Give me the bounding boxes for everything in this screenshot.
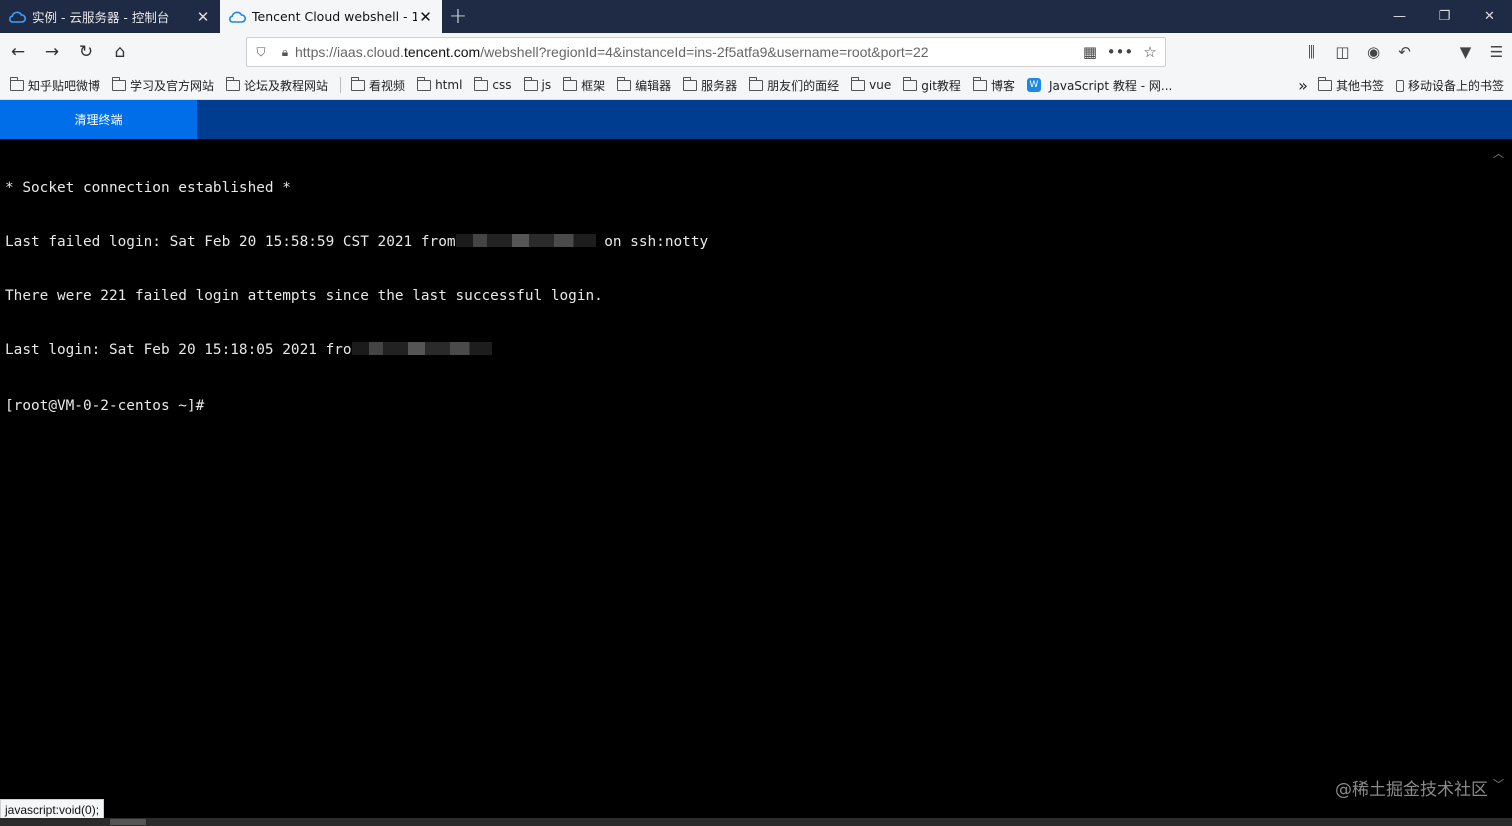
restore-icon[interactable]: ❐ bbox=[1422, 0, 1467, 33]
scroll-down-icon[interactable]: ﹀ bbox=[1493, 776, 1504, 792]
tencent-cloud-icon bbox=[229, 11, 246, 23]
terminal-output: * Socket connection established * Last f… bbox=[5, 143, 708, 451]
bookmark-folder[interactable]: 学习及官方网站 bbox=[112, 76, 214, 94]
minimize-icon[interactable]: — bbox=[1377, 0, 1422, 33]
menu-icon[interactable]: ☰ bbox=[1481, 43, 1512, 61]
site-favicon-icon: W bbox=[1026, 78, 1041, 92]
folder-icon bbox=[683, 76, 698, 91]
folder-icon bbox=[417, 76, 432, 91]
qr-code-icon[interactable]: ▦ bbox=[1075, 43, 1105, 61]
undo-icon[interactable]: ↶ bbox=[1389, 43, 1420, 61]
bookmark-folder[interactable]: 朋友们的面经 bbox=[749, 76, 839, 94]
bookmark-folder[interactable]: 论坛及教程网站 bbox=[226, 76, 328, 94]
scrollbar-thumb[interactable] bbox=[110, 819, 146, 825]
horizontal-scrollbar[interactable] bbox=[0, 818, 1512, 826]
redacted-ip bbox=[351, 342, 492, 355]
tab-console[interactable]: 实例 - 云服务器 - 控制台 ✕ bbox=[0, 0, 220, 33]
back-icon[interactable]: ← bbox=[2, 36, 34, 68]
folder-icon bbox=[903, 76, 918, 91]
mobile-device-icon bbox=[1395, 79, 1404, 92]
terminal-line: * Socket connection established * bbox=[5, 180, 291, 196]
bookmark-folder[interactable]: css bbox=[474, 76, 512, 92]
folder-icon bbox=[10, 76, 24, 91]
terminal-line: Last failed login: Sat Feb 20 15:58:59 C… bbox=[5, 234, 709, 250]
bookmarks-overflow-icon[interactable]: » bbox=[1298, 76, 1308, 95]
folder-icon bbox=[112, 76, 127, 91]
folder-icon bbox=[563, 76, 578, 91]
redacted-ip bbox=[455, 234, 596, 247]
reload-icon[interactable]: ↻ bbox=[70, 36, 102, 68]
sidebar-icon[interactable]: ◫ bbox=[1327, 43, 1358, 61]
new-tab-button[interactable]: + bbox=[442, 0, 474, 33]
window-controls: — ❐ ✕ bbox=[1377, 0, 1512, 33]
tab-bar: 实例 - 云服务器 - 控制台 ✕ Tencent Cloud webshell… bbox=[0, 0, 1512, 33]
terminal[interactable]: * Socket connection established * Last f… bbox=[0, 139, 1512, 818]
address-bar[interactable]: ⛉ 🔒︎ https://iaas.cloud.tencent.com/webs… bbox=[246, 37, 1166, 67]
page-actions-icon[interactable]: ••• bbox=[1105, 43, 1135, 61]
scroll-up-icon[interactable]: ︿ bbox=[1493, 145, 1504, 161]
clear-terminal-button[interactable]: 清理终端 bbox=[0, 100, 197, 139]
bookmark-star-icon[interactable]: ☆ bbox=[1135, 43, 1165, 61]
navigation-bar: ← → ↻ ⌂ ⛉ 🔒︎ https://iaas.cloud.tencent.… bbox=[0, 33, 1512, 71]
bookmark-separator bbox=[340, 77, 342, 93]
tab-webshell[interactable]: Tencent Cloud webshell - 17 ✕ bbox=[220, 0, 442, 33]
bookmark-folder[interactable]: 知乎贴吧微博 bbox=[10, 76, 100, 94]
folder-icon bbox=[351, 76, 366, 91]
terminal-line: There were 221 failed login attempts sin… bbox=[5, 288, 603, 304]
folder-icon bbox=[523, 76, 538, 91]
folder-icon bbox=[617, 76, 632, 91]
bookmark-folder[interactable]: 框架 bbox=[563, 76, 605, 94]
bookmark-folder[interactable]: 编辑器 bbox=[617, 76, 671, 94]
bookmark-folder[interactable]: html bbox=[417, 76, 462, 92]
extension-icon[interactable]: ▼ bbox=[1450, 43, 1481, 61]
webshell-toolbar: 清理终端 bbox=[0, 100, 1512, 139]
terminal-cursor bbox=[204, 395, 212, 410]
close-tab-icon[interactable]: ✕ bbox=[417, 8, 434, 26]
bookmark-folder[interactable]: git教程 bbox=[903, 76, 961, 94]
bookmarks-toolbar: 知乎贴吧微博 学习及官方网站 论坛及教程网站 看视频 html css js 框… bbox=[0, 71, 1512, 100]
library-icon[interactable]: ⫼ bbox=[1296, 43, 1327, 61]
folder-icon bbox=[749, 76, 764, 91]
close-tab-icon[interactable]: ✕ bbox=[194, 8, 212, 26]
terminal-prompt: [root@VM-0-2-centos ~]# bbox=[5, 395, 708, 415]
account-icon[interactable]: ◉ bbox=[1358, 43, 1389, 61]
url-text[interactable]: https://iaas.cloud.tencent.com/webshell?… bbox=[295, 44, 929, 60]
home-icon[interactable]: ⌂ bbox=[104, 36, 136, 68]
forward-icon[interactable]: → bbox=[36, 36, 68, 68]
bookmarks-right: » 其他书签 移动设备上的书签 bbox=[1298, 71, 1504, 100]
terminal-line: Last login: Sat Feb 20 15:18:05 2021 fro bbox=[5, 341, 708, 359]
bookmark-folder[interactable]: 服务器 bbox=[683, 76, 737, 94]
tracking-shield-icon[interactable]: ⛉ bbox=[247, 45, 275, 60]
folder-icon bbox=[851, 76, 866, 91]
bookmark-folder[interactable]: js bbox=[523, 76, 551, 92]
folder-icon bbox=[226, 76, 241, 91]
bookmark-folder[interactable]: vue bbox=[851, 76, 891, 92]
bookmark-other-folder[interactable]: 其他书签 bbox=[1317, 77, 1384, 94]
lock-icon[interactable]: 🔒︎ bbox=[275, 45, 295, 60]
watermark: @稀土掘金技术社区 bbox=[1335, 780, 1488, 800]
bookmark-javascript-tutorial[interactable]: W JavaScript 教程 - 网... bbox=[1026, 77, 1172, 94]
toolbar-right: ⫼ ◫ ◉ ↶ ▼ ☰ bbox=[1296, 33, 1512, 71]
folder-icon bbox=[972, 76, 987, 91]
tab-title: Tencent Cloud webshell - 17 bbox=[252, 9, 418, 24]
folder-icon bbox=[1317, 77, 1332, 91]
tencent-cloud-icon bbox=[9, 11, 26, 23]
status-url: javascript:void(0); bbox=[0, 799, 105, 820]
window-close-icon[interactable]: ✕ bbox=[1467, 0, 1512, 33]
bookmark-folder[interactable]: 看视频 bbox=[351, 76, 405, 94]
folder-icon bbox=[474, 76, 489, 91]
url-actions: ▦ ••• ☆ bbox=[1075, 43, 1165, 61]
bookmark-mobile-folder[interactable]: 移动设备上的书签 bbox=[1395, 77, 1504, 94]
bookmark-folder[interactable]: 博客 bbox=[972, 76, 1015, 94]
tab-title: 实例 - 云服务器 - 控制台 bbox=[32, 10, 170, 25]
